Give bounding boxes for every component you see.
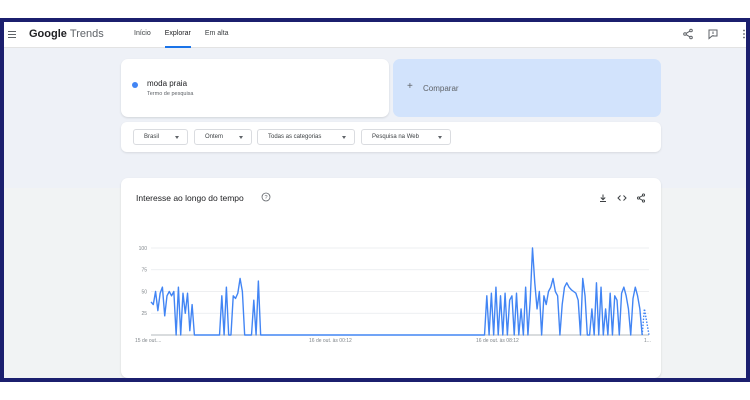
menu-icon[interactable]	[8, 31, 16, 38]
filter-category-label: Todas as categorias	[268, 134, 322, 140]
tab-explorar[interactable]: Explorar	[164, 22, 191, 48]
compare-label: Comparar	[423, 84, 459, 93]
top-app-bar: Google Trends Início Explorar Em alta	[4, 22, 746, 48]
compare-button[interactable]: + Comparar	[393, 59, 661, 117]
filter-time-label: Ontem	[205, 134, 224, 140]
logo-trends: Trends	[69, 28, 104, 40]
screenshot-frame: Google Trends Início Explorar Em alta mo…	[0, 18, 750, 382]
filter-country-label: Brasil	[144, 134, 160, 140]
tab-inicio[interactable]: Início	[134, 22, 151, 48]
search-term-card[interactable]: moda praia Termo de pesquisa	[121, 59, 389, 117]
filter-bar: Brasil Ontem Todas as categorias Pesquis…	[121, 122, 661, 152]
x-tick-label: 1...	[644, 338, 651, 344]
google-trends-logo[interactable]: Google Trends	[29, 28, 104, 40]
x-tick-label: 16 de out. às 00:12	[309, 338, 352, 344]
filter-search-type[interactable]: Pesquisa na Web	[361, 129, 451, 145]
filter-search-type-label: Pesquisa na Web	[372, 134, 419, 140]
filter-category[interactable]: Todas as categorias	[257, 129, 355, 145]
y-tick-label: 75	[141, 268, 147, 274]
chevron-down-icon	[342, 136, 346, 139]
chevron-down-icon	[438, 136, 442, 139]
term-color-dot	[132, 82, 138, 88]
y-tick-label: 25	[141, 311, 147, 317]
apps-icon[interactable]	[738, 28, 746, 40]
interest-over-time-card: Interesse ao longo do tempo ? 25 50 75 100 1…	[121, 178, 661, 378]
filter-time[interactable]: Ontem	[194, 129, 252, 145]
browser-viewport: Google Trends Início Explorar Em alta mo…	[4, 22, 746, 378]
y-tick-label: 50	[141, 289, 147, 295]
x-tick-label: 16 de out. às 08:12	[476, 338, 519, 344]
series-line-partial	[641, 308, 650, 336]
chevron-down-icon	[239, 136, 243, 139]
y-tick-label: 100	[139, 246, 148, 252]
plus-icon: +	[407, 81, 413, 92]
share-icon[interactable]	[682, 28, 694, 40]
search-term-type: Termo de pesquisa	[147, 91, 194, 97]
x-tick-label: 15 de out....	[135, 338, 161, 344]
main-nav: Início Explorar Em alta	[134, 22, 243, 48]
tab-em-alta[interactable]: Em alta	[205, 22, 229, 48]
logo-google: Google	[29, 28, 67, 40]
feedback-icon[interactable]	[707, 28, 719, 40]
chevron-down-icon	[175, 136, 179, 139]
filter-country[interactable]: Brasil	[133, 129, 188, 145]
search-term-name: moda praia	[147, 79, 188, 88]
interest-line-chart: 25 50 75 100 15 de out.... 16 de out. às 00:1…	[135, 246, 651, 344]
